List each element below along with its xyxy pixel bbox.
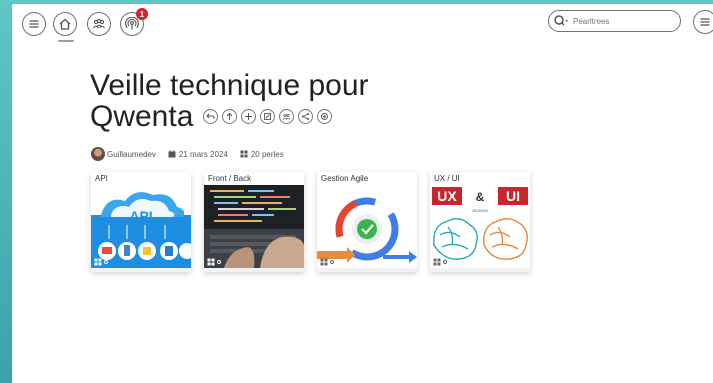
team-button[interactable] <box>87 12 111 36</box>
search-input[interactable] <box>573 16 673 26</box>
share-icon <box>302 113 310 120</box>
hamburger-icon <box>700 18 710 26</box>
author-link[interactable]: Guillaumedev <box>107 150 156 159</box>
pearl-count: 20 perles <box>250 149 284 159</box>
card-label: Gestion Agile <box>321 174 369 183</box>
card-gestion-agile[interactable]: Gestion Agile <box>317 172 417 272</box>
plus-icon <box>245 113 253 120</box>
dot-icon <box>330 260 334 264</box>
card-label: API <box>95 174 108 183</box>
arrow-up-icon <box>227 112 233 120</box>
collection-actions <box>203 109 333 124</box>
dot-icon <box>217 260 221 264</box>
search-icon <box>554 15 568 26</box>
target-icon <box>321 113 329 120</box>
collection-icon <box>94 258 102 266</box>
people-small-icon <box>283 114 291 120</box>
ux-ui-brain-image: UX & UI DESIGN <box>430 185 530 268</box>
edit-icon <box>264 113 272 120</box>
target-button[interactable] <box>317 109 333 124</box>
back-arrow-icon <box>206 113 215 119</box>
broadcast-icon <box>125 17 139 30</box>
dot-icon <box>104 260 108 264</box>
agile-cycle-image <box>317 185 417 268</box>
amp-image-text: & <box>476 190 485 204</box>
home-icon <box>59 18 71 30</box>
card-label: Front / Back <box>208 174 252 183</box>
card-label: UX / UI <box>434 174 460 183</box>
edit-button[interactable] <box>260 109 276 124</box>
page-title: Veille technique pour Qwenta <box>90 70 470 132</box>
collection-date: 21 mars 2024 <box>178 149 228 159</box>
collection-cards: API API Front / Back Gestion Agile UX / … <box>91 172 530 272</box>
title-line-1: Veille technique pour <box>90 69 369 102</box>
team-button-small[interactable] <box>279 109 295 124</box>
card-front-back[interactable]: Front / Back <box>204 172 304 272</box>
add-button[interactable] <box>241 109 257 124</box>
coding-laptop-image <box>204 185 304 268</box>
page-frame: 1 Veille technique pour Qwenta <box>12 4 713 383</box>
title-line-2: Qwenta <box>90 100 194 133</box>
ui-image-text: UI <box>506 188 520 204</box>
main-menu-button[interactable] <box>693 10 713 34</box>
card-api[interactable]: API API <box>91 172 191 272</box>
menu-button[interactable] <box>22 12 46 36</box>
notification-badge: 1 <box>136 8 148 20</box>
avatar[interactable] <box>91 147 105 161</box>
grid-icon <box>240 150 248 158</box>
calendar-icon <box>168 150 176 158</box>
people-icon <box>93 18 105 29</box>
card-ux-ui[interactable]: UX / UI UX & UI DESIGN <box>430 172 530 272</box>
api-image-text: API <box>129 208 152 224</box>
notifications-button[interactable]: 1 <box>120 8 148 36</box>
list-icon <box>29 20 39 28</box>
collection-icon <box>207 258 215 266</box>
collection-icon <box>320 258 328 266</box>
share-button[interactable] <box>298 109 314 124</box>
dot-icon <box>443 260 447 264</box>
design-image-text: DESIGN <box>472 208 487 213</box>
home-button[interactable] <box>53 12 77 42</box>
pearl-count-item: 20 perles <box>240 150 284 159</box>
ux-image-text: UX <box>437 188 457 204</box>
search-box[interactable] <box>548 10 681 32</box>
api-cloud-image: API <box>91 185 191 268</box>
collection-meta: Guillaumedev 21 mars 2024 20 perles <box>91 147 284 161</box>
move-up-button[interactable] <box>222 109 238 124</box>
date-item: 21 mars 2024 <box>168 150 228 159</box>
collection-icon <box>433 258 441 266</box>
back-button[interactable] <box>203 109 219 124</box>
